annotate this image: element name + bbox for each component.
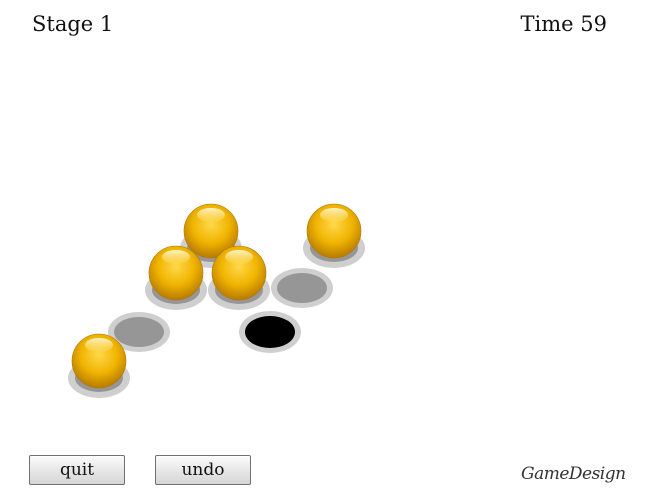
target-hole-h7[interactable] (239, 311, 301, 353)
gamedesign-logo: GameDesign (521, 464, 626, 484)
game-board[interactable] (0, 0, 649, 502)
ball-h2[interactable] (303, 203, 365, 268)
undo-button[interactable]: undo (155, 455, 251, 485)
quit-button[interactable]: quit (29, 455, 125, 485)
empty-hole-h5[interactable] (271, 268, 333, 308)
